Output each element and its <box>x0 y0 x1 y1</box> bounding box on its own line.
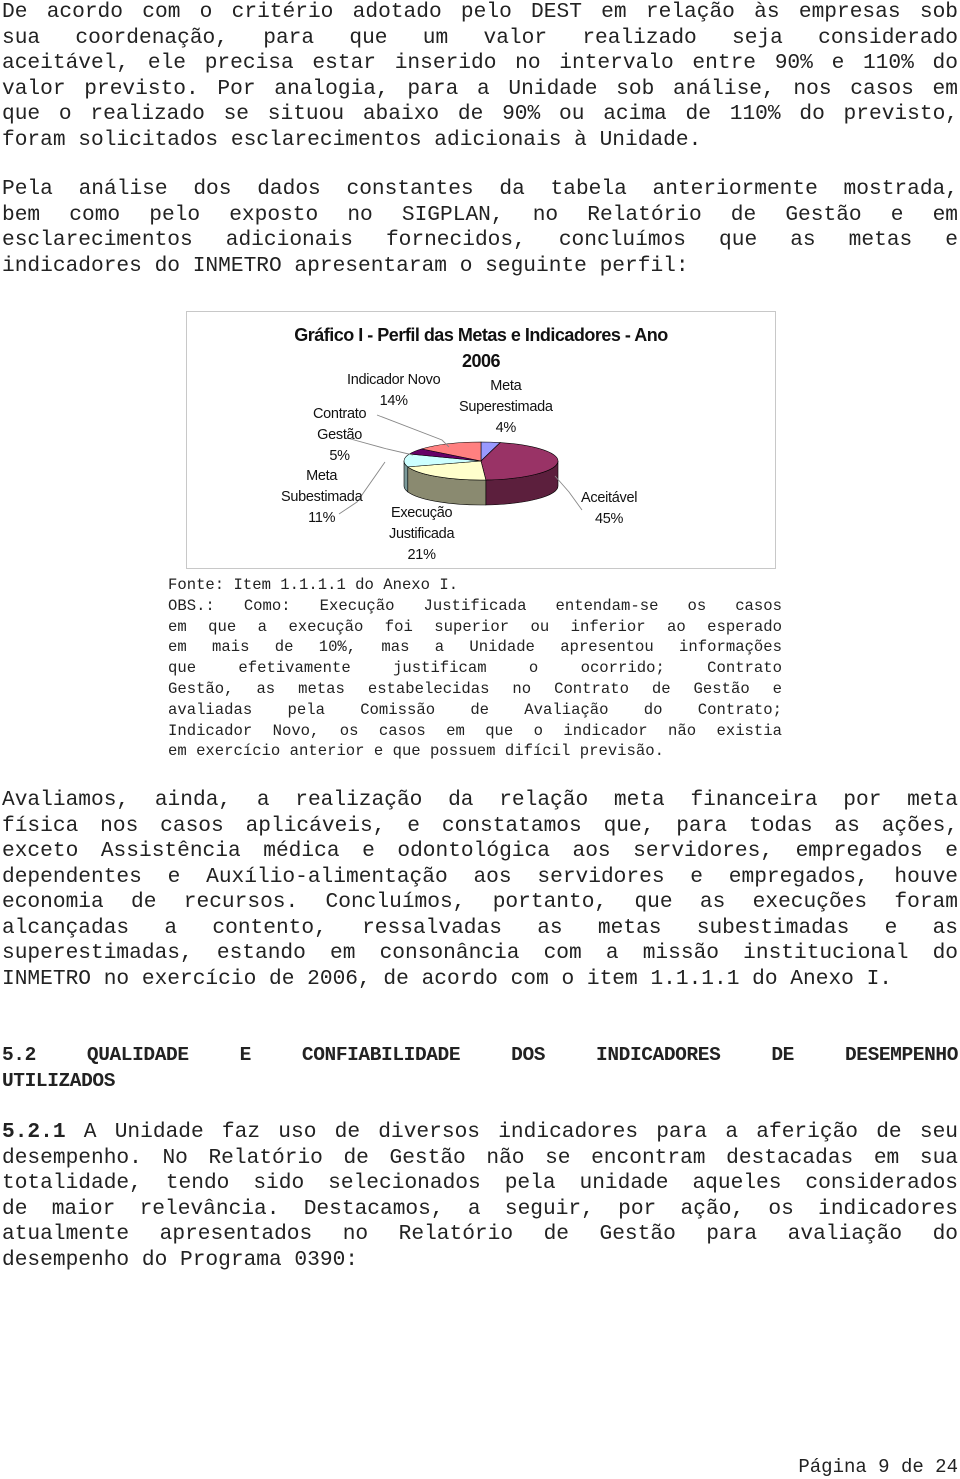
slice-label-pct: 11% <box>308 510 336 526</box>
slice-label-execucao-justificada: Execução Justificada 21% <box>389 503 455 566</box>
slice-label-text: Superestimada <box>459 399 553 415</box>
text-line: esclarecimentos adicionais fornecidos, c… <box>2 228 958 252</box>
text-line: indicadores do INMETRO apresentaram o se… <box>2 253 689 278</box>
text-line: alcançadas a contento, ressalvadas as me… <box>2 915 958 940</box>
slice-label-text: Execução <box>390 505 453 521</box>
slice-label-text: Aceitável <box>581 490 638 506</box>
note-line: OBS.: Como: Execução Justificada entenda… <box>168 596 782 615</box>
note-line: avaliadas pela Comissão de Avaliação do … <box>168 700 782 719</box>
text-line: atualmente apresentados no Relatório de … <box>2 1222 958 1246</box>
note-line: Gestão, as metas estabelecidas no Contra… <box>168 679 782 698</box>
text-line: física nos casos aplicáveis, e constatam… <box>2 813 958 838</box>
note-line: Indicador Novo, os casos em que o indica… <box>168 721 782 740</box>
heading-line: 5.2 QUALIDADE E CONFIABILIDADE DOS INDIC… <box>2 1044 958 1066</box>
pie-chart-perfil-metas: Gráfico I - Perfil das Metas e Indicador… <box>186 311 776 569</box>
paragraph-5-2-1: 5.2.1 A Unidade faz uso de diversos indi… <box>2 1120 958 1273</box>
slice-label-text: Meta <box>306 468 338 484</box>
text-line: de maior relevância. Destacamos, a segui… <box>2 1196 958 1221</box>
slice-label-text: Justificada <box>389 526 455 542</box>
note-line: em mais de 10%, mas a Unidade apresentou… <box>168 638 782 657</box>
slice-label-text: Contrato <box>313 406 367 422</box>
slice-label-text: Meta <box>490 378 522 394</box>
text-line: economia de recursos. Concluímos, portan… <box>2 890 958 914</box>
slice-label-aceitavel: Aceitável 45% <box>581 488 637 530</box>
text-line: 5.2.1 A Unidade faz uso de diversos indi… <box>2 1120 958 1146</box>
text-line: sua coordenação, para que um valor reali… <box>2 25 958 50</box>
note-line: em exercício anterior e que possuem difí… <box>168 742 664 761</box>
section-heading-5-2: 5.2 QUALIDADE E CONFIABILIDADE DOS INDIC… <box>2 1043 958 1094</box>
text-line: bem como pelo exposto no SIGPLAN, no Rel… <box>2 202 958 227</box>
paragraph-dest-criteria: De acordo com o critério adotado pelo DE… <box>2 0 958 153</box>
text-line: superestimadas, estando em consonância c… <box>2 941 958 965</box>
text-line: Pela análise dos dados constantes da tab… <box>2 177 958 201</box>
text-line: totalidade, tendo sido selecionados pela… <box>2 1171 958 1195</box>
leader-line-aceitavel <box>554 475 583 511</box>
leader-line-indicador-novo <box>376 414 450 448</box>
text-line: foram solicitados esclarecimentos adicio… <box>2 127 702 152</box>
text-line: desempenho. No Relatório de Gestão não s… <box>2 1145 958 1170</box>
source-line: Fonte: Item 1.1.1.1 do Anexo I. <box>168 576 459 594</box>
note-line: em que a execução foi superior ou inferi… <box>168 617 782 636</box>
text-line: Avaliamos, ainda, a realização da relaçã… <box>2 788 958 812</box>
text-line: dependentes e Auxílio-alimentação aos se… <box>2 864 958 889</box>
slice-label-pct: 5% <box>329 448 350 464</box>
slice-label-pct: 21% <box>407 547 436 563</box>
slice-label-contrato-gestao: Contrato Gestão 5% <box>313 404 367 467</box>
paragraph-financial-evaluation: Avaliamos, ainda, a realização da relaçã… <box>2 788 958 992</box>
text-line: De acordo com o critério adotado pelo DE… <box>2 0 958 24</box>
text-line: desempenho do Programa 0390: <box>2 1247 359 1272</box>
slice-label-pct: 45% <box>595 511 624 527</box>
text-line: exceto Assistência médica e odontológica… <box>2 839 958 863</box>
pie-chart-canvas <box>338 414 583 515</box>
slice-label-meta-superestimada: Meta Superestimada 4% <box>459 376 553 439</box>
slice-label-text: Indicador Novo <box>347 372 441 388</box>
paragraph-analysis-profile: Pela análise dos dados constantes da tab… <box>2 177 958 279</box>
slice-label-text: Subestimada <box>281 489 363 505</box>
chart-source-note: Fonte: Item 1.1.1.1 do Anexo I. OBS.: Co… <box>168 575 782 762</box>
text-line: que o realizado se situou abaixo de 90% … <box>2 102 958 126</box>
text-line: aceitável, ele precisa estar inserido no… <box>2 51 958 75</box>
heading-line: UTILIZADOS <box>2 1069 116 1092</box>
text-line: valor previsto. Por analogia, para a Uni… <box>2 76 958 101</box>
text-fragment: A Unidade faz uso de diversos indicadore… <box>65 1120 958 1144</box>
slice-label-meta-subestimada: Meta Subestimada 11% <box>281 466 363 529</box>
page-number: Página 9 de 24 <box>798 1456 958 1478</box>
slice-label-pct: 4% <box>495 420 517 436</box>
slice-label-text: Gestão <box>317 427 363 443</box>
note-line: que efetivamente justificam o ocorrido; … <box>168 659 782 678</box>
item-number: 5.2.1 <box>2 1120 66 1144</box>
text-line: INMETRO no exercício de 2006, de acordo … <box>2 966 893 991</box>
